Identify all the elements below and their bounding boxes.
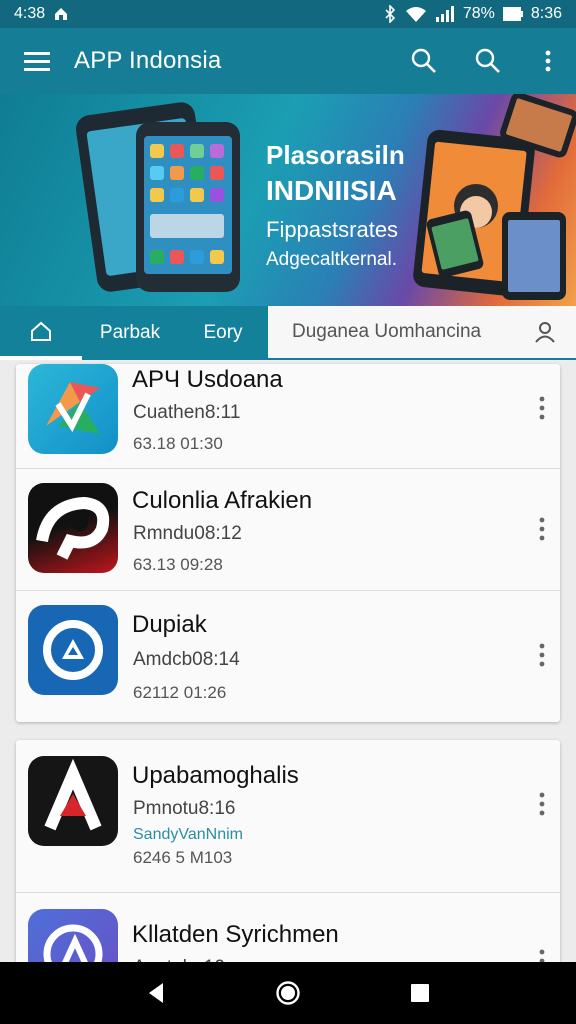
more-vert-icon (539, 792, 545, 816)
promo-banner[interactable]: Plasorasiln INDNIISIA Fippastsrates Adge… (0, 94, 576, 306)
home-button[interactable] (268, 973, 308, 1013)
app-subtitle: Pmnotu8:16 (133, 798, 236, 819)
status-bar: 4:38 78% 8:36 (0, 0, 576, 28)
item-menu-button[interactable] (532, 635, 552, 675)
app-icon (28, 756, 118, 846)
home-circle-icon (276, 981, 300, 1005)
app-title: Upabamoghalis (132, 762, 299, 789)
banner-caption: Adgecaltkernal. (266, 249, 397, 270)
back-button[interactable] (136, 973, 176, 1013)
menu-button[interactable] (0, 28, 74, 94)
app-title: APP Indonsia (74, 47, 222, 74)
item-menu-button[interactable] (532, 784, 552, 824)
app-title: Kllatden Syrichmen (132, 921, 339, 948)
item-menu-button[interactable] (532, 509, 552, 549)
search-button-1[interactable] (392, 28, 456, 94)
more-vert-icon (539, 643, 545, 667)
app-icon (28, 364, 118, 454)
wifi-icon (405, 7, 426, 22)
status-left: 4:38 (14, 5, 69, 23)
app-date: 63.13 09:28 (133, 555, 223, 574)
tab-search-label: Duganea Uomhancina (292, 321, 482, 342)
app-list-card: APЧ Usdoana Cuathen8:11 63.18 01:30 Culo… (16, 364, 560, 722)
battery-percent: 78% (462, 5, 495, 22)
back-icon (149, 983, 163, 1003)
app-subtitle: Cuathen8:11 (133, 402, 241, 423)
tab-eory[interactable]: Eory (178, 306, 268, 360)
tab-search-field[interactable]: Duganea Uomhancina (268, 306, 576, 360)
app-date: 62112 01:26 (133, 683, 227, 702)
banner-subtitle: Fippastsrates (266, 217, 399, 242)
app-developer-link[interactable]: SandyVanNnim (133, 826, 243, 844)
app-icon (28, 483, 118, 573)
hamburger-icon (24, 52, 50, 71)
home-icon (31, 321, 51, 341)
search-icon (475, 48, 500, 73)
app-subtitle: Rmndu08:12 (133, 523, 242, 544)
app-logo-icon (46, 382, 100, 434)
list-item[interactable]: Culonlia Afrakien Rmndu08:12 63.13 09:28 (16, 468, 560, 590)
system-nav-bar (0, 962, 576, 1024)
search-button-2[interactable] (456, 28, 520, 94)
status-right: 78% 8:36 (383, 5, 562, 23)
tab-bar: Parbak Eory Duganea Uomhancina (0, 306, 576, 360)
status-time-left: 4:38 (14, 5, 46, 22)
recents-button[interactable] (400, 973, 440, 1013)
app-title: APЧ Usdoana (132, 366, 283, 393)
bluetooth-icon (385, 5, 395, 23)
tab-parbak[interactable]: Parbak (82, 306, 178, 360)
more-vert-icon (539, 396, 545, 420)
app-logo-icon (44, 758, 102, 831)
signal-icon (435, 6, 454, 22)
user-icon (535, 322, 555, 343)
tab-home[interactable] (0, 306, 82, 360)
app-list-card: Upabamoghalis Pmnotu8:16 SandyVanNnim 62… (16, 740, 560, 980)
list-item[interactable]: Dupiak Amdcb08:14 62112 01:26 (16, 590, 560, 722)
app-bar: APP Indonsia (0, 28, 576, 94)
app-date: 6246 5 M103 (133, 848, 233, 867)
item-menu-button[interactable] (532, 388, 552, 428)
list-item[interactable]: Upabamoghalis Pmnotu8:16 SandyVanNnim 62… (16, 740, 560, 892)
app-icon (28, 605, 118, 695)
app-title: Dupiak (132, 611, 207, 638)
battery-icon (502, 7, 523, 21)
overflow-menu-button[interactable] (520, 28, 576, 94)
app-logo-icon (43, 620, 103, 680)
status-time-right: 8:36 (530, 5, 562, 22)
home-notification-icon (55, 8, 68, 20)
app-date: 63.18 01:30 (133, 434, 223, 453)
more-vert-icon (539, 517, 545, 541)
app-subtitle: Amdcb08:14 (133, 649, 240, 670)
search-icon (411, 48, 436, 73)
recents-icon (411, 984, 429, 1002)
app-title: Culonlia Afrakien (132, 487, 313, 514)
banner-text: Plasorasiln INDNIISIA Fippastsrates Adge… (266, 140, 405, 271)
app-logo-icon (36, 496, 110, 560)
banner-heading-country: INDNIISIA (266, 175, 397, 206)
banner-heading: Plasorasiln (266, 140, 405, 170)
more-vert-icon (545, 50, 551, 72)
